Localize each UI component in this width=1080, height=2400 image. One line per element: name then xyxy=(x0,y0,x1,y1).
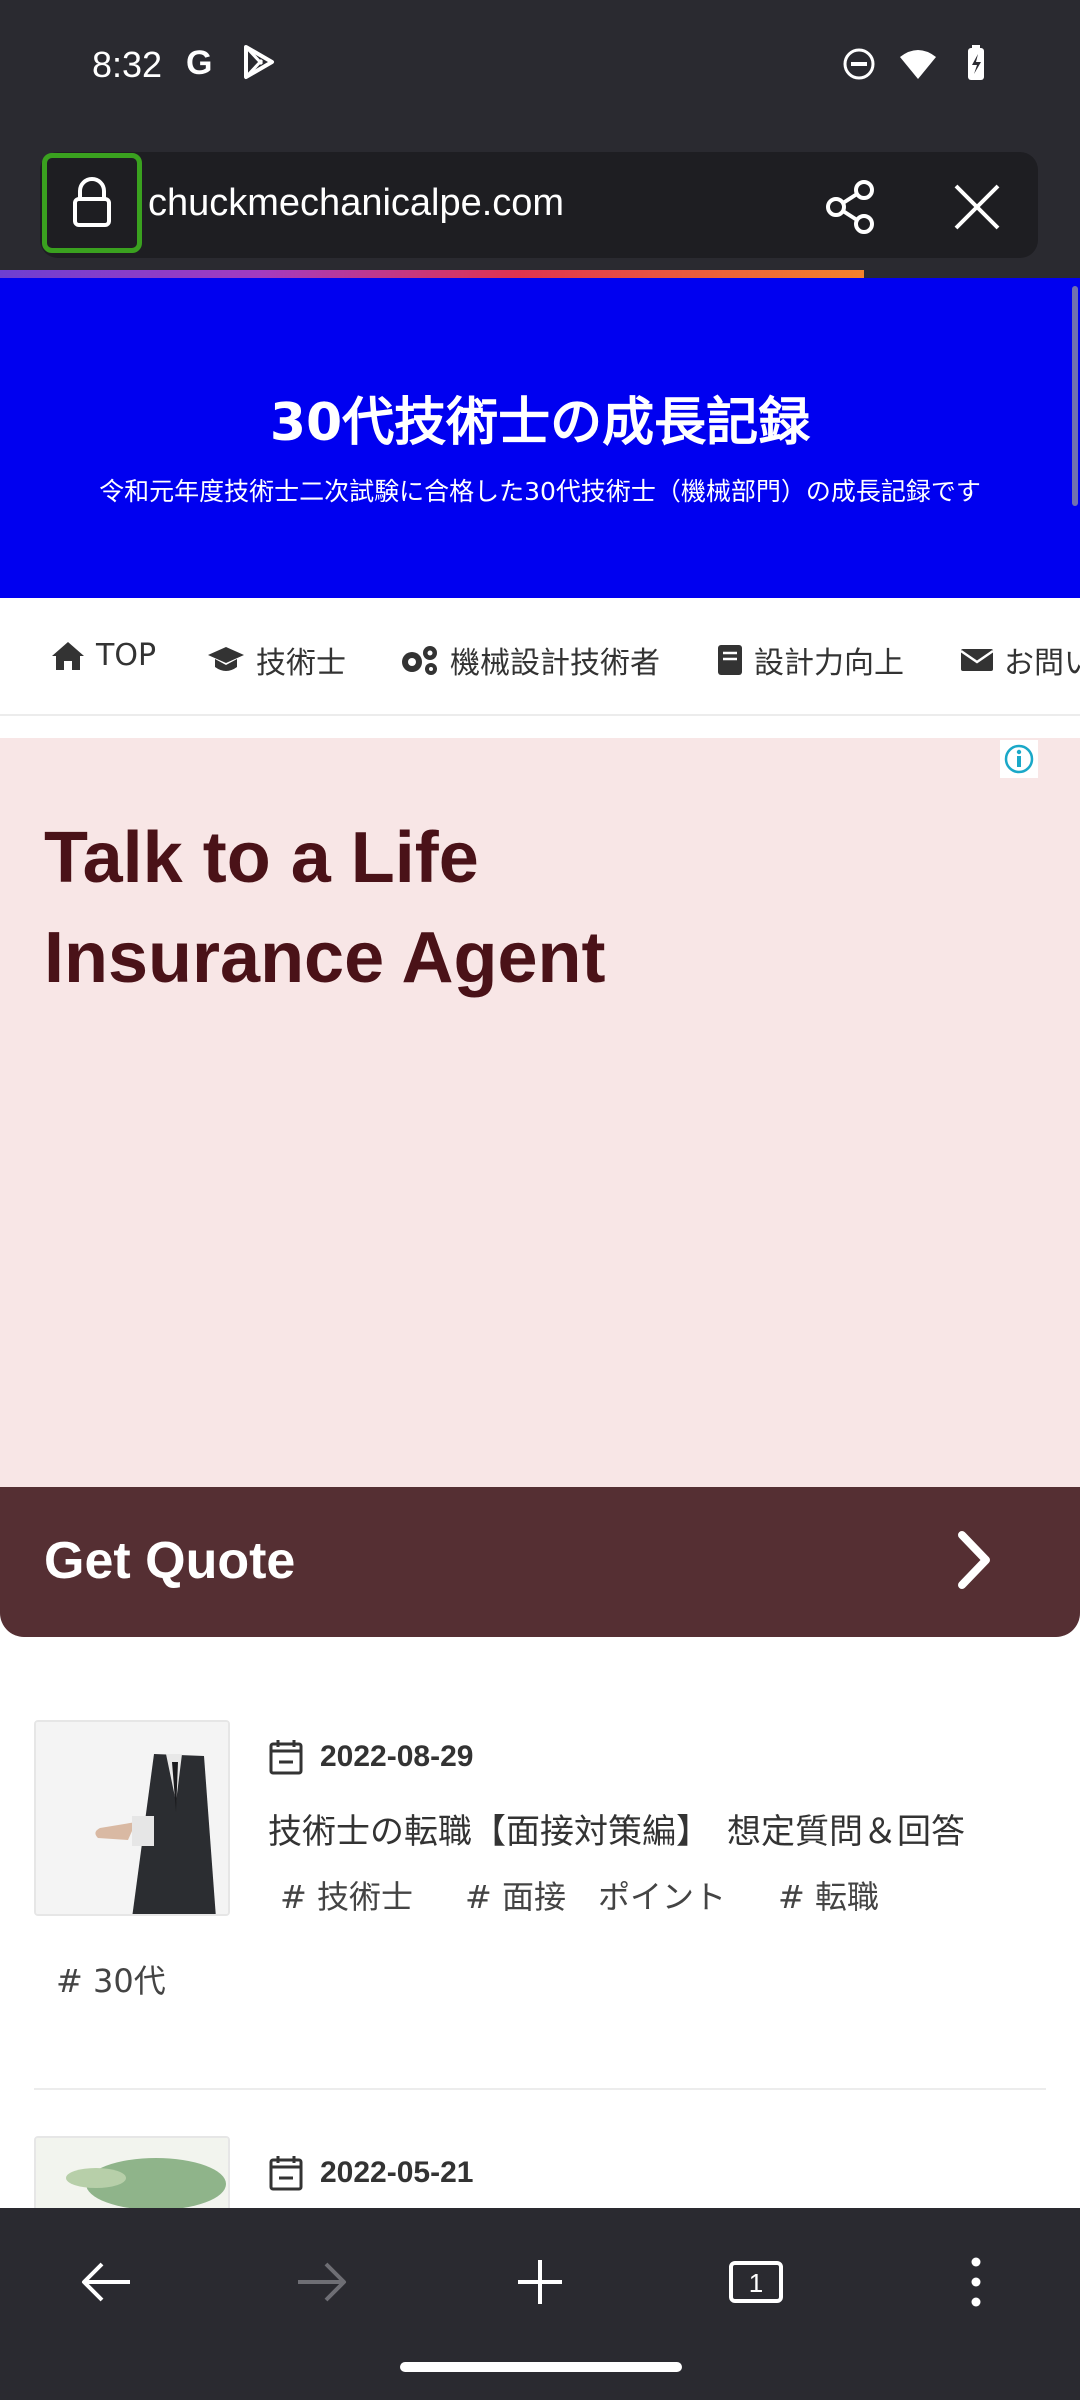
status-time: 8:32 xyxy=(92,44,163,85)
do-not-disturb-icon xyxy=(842,47,876,85)
lock-icon[interactable] xyxy=(42,153,142,253)
chevron-right-icon xyxy=(950,1529,1000,1595)
nav-item-gijutsushi[interactable]: 技術士 xyxy=(206,638,346,682)
ad-info-icon[interactable] xyxy=(1000,740,1038,778)
tag-link[interactable]: # 面接 ポイント xyxy=(465,1872,726,1918)
post-date: 2022-08-29 xyxy=(268,1738,473,1776)
status-bar: 8:32 G xyxy=(0,0,1080,140)
battery-charging-icon xyxy=(960,44,992,88)
post-thumbnail[interactable] xyxy=(34,2136,230,2208)
back-arrow-icon[interactable] xyxy=(68,2244,144,2320)
calendar-icon xyxy=(269,2156,303,2191)
post-list-item[interactable]: 2022-05-21 xyxy=(34,2136,1046,2208)
tab-count: 1 xyxy=(749,2268,763,2298)
nav-item-label: 設計力向上 xyxy=(754,646,904,681)
share-icon[interactable] xyxy=(820,176,882,238)
ad-headline[interactable]: Talk to a Life Insurance Agent xyxy=(44,808,605,1008)
nav-item-label: 技術士 xyxy=(256,646,346,681)
forward-arrow-icon[interactable] xyxy=(284,2244,360,2320)
gears-icon xyxy=(402,646,437,675)
post-tags: # 技術士 # 面接 ポイント # 転職 xyxy=(280,1872,879,1918)
more-menu-icon[interactable] xyxy=(938,2244,1014,2320)
site-title[interactable]: 30代技術士の成長記録 xyxy=(0,380,1080,455)
play-store-icon xyxy=(240,44,276,84)
tag-link[interactable]: # 30代 xyxy=(56,1956,166,2002)
tab-count-icon[interactable]: 1 xyxy=(718,2244,794,2320)
nav-item-label: お問い xyxy=(1004,646,1080,681)
svg-text:G: G xyxy=(186,44,212,80)
get-quote-label: Get Quote xyxy=(44,1532,296,1590)
post-list-item[interactable]: 2022-08-29 技術士の転職【面接対策編】 想定質問＆回答 # 技術士 #… xyxy=(34,1720,1046,2020)
site-subtitle: 令和元年度技術士二次試験に合格した30代技術士（機械部門）の成長記録です xyxy=(99,477,981,506)
nav-item-design-skill[interactable]: 設計力向上 xyxy=(716,638,904,682)
google-icon: G xyxy=(184,44,220,84)
scrollbar[interactable] xyxy=(1072,286,1078,506)
post-thumbnail[interactable] xyxy=(34,1720,230,1916)
close-icon[interactable] xyxy=(946,176,1008,238)
post-title[interactable]: 技術士の転職【面接対策編】 想定質問＆回答 xyxy=(268,1804,965,1853)
url-text[interactable]: chuckmechanicalpe.com xyxy=(148,182,564,225)
calendar-icon xyxy=(269,1740,303,1775)
nav-item-machine-design[interactable]: 機械設計技術者 xyxy=(398,638,660,682)
nav-item-label: 機械設計技術者 xyxy=(450,646,660,681)
book-icon xyxy=(718,645,742,675)
wifi-icon xyxy=(898,47,938,85)
site-nav: TOP 技術士 機械設計技術者 設計力向上 お問い xyxy=(0,598,1080,716)
new-tab-icon[interactable] xyxy=(502,2244,578,2320)
divider xyxy=(34,2088,1046,2090)
envelope-icon xyxy=(960,649,994,671)
site-header: 30代技術士の成長記録 令和元年度技術士二次試験に合格した30代技術士（機械部門… xyxy=(0,278,1080,598)
graduation-cap-icon xyxy=(208,647,244,671)
home-icon xyxy=(52,641,84,670)
nav-item-label: TOP xyxy=(96,638,157,673)
get-quote-button[interactable]: Get Quote xyxy=(0,1487,1080,1637)
page-load-progress xyxy=(0,270,864,278)
nav-item-contact[interactable]: お問い xyxy=(960,638,1080,682)
nav-item-top[interactable]: TOP xyxy=(50,638,156,673)
tag-link[interactable]: # 技術士 xyxy=(280,1872,413,1918)
post-date: 2022-05-21 xyxy=(268,2154,473,2192)
home-indicator[interactable] xyxy=(400,2362,682,2372)
tag-link[interactable]: # 転職 xyxy=(778,1872,879,1918)
